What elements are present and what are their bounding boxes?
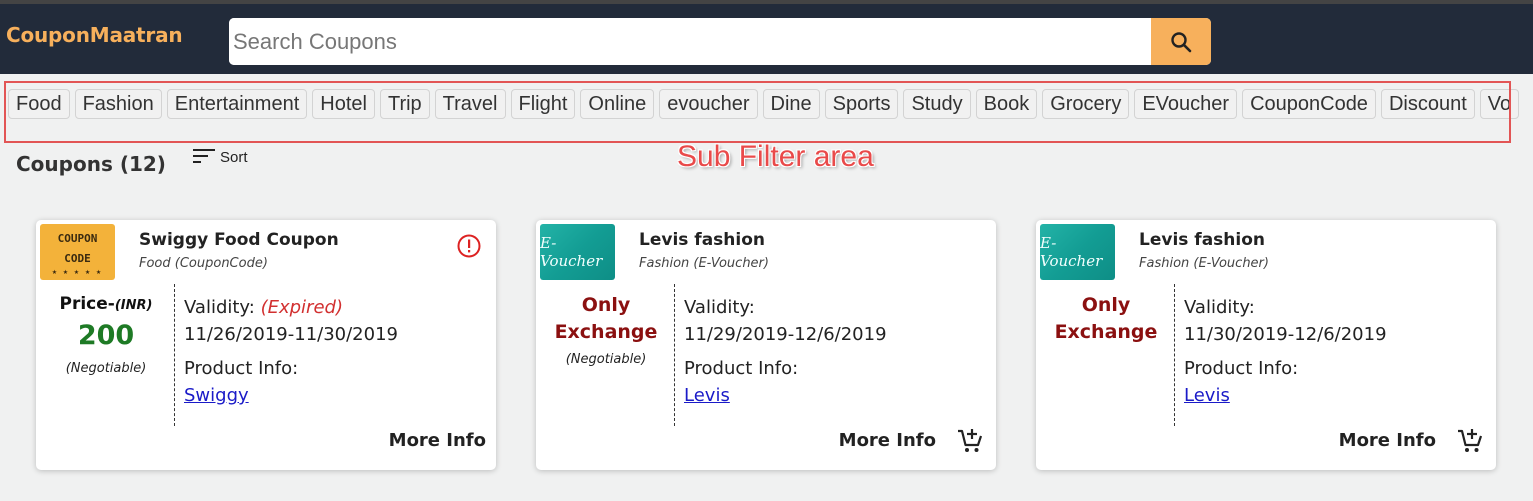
product-link[interactable]: Levis xyxy=(684,385,730,406)
negotiable-label: (Negotiable) xyxy=(565,352,647,367)
card-divider xyxy=(174,284,175,426)
coupon-title: Swiggy Food Coupon xyxy=(139,230,339,250)
product-link[interactable]: Levis xyxy=(1184,385,1230,406)
validity-label: Validity: xyxy=(1184,297,1255,318)
price-block: Only Exchange xyxy=(1036,284,1176,346)
search-input[interactable] xyxy=(229,18,1151,65)
e-voucher-image: E-Voucher xyxy=(540,224,615,280)
coupon-title: Levis fashion xyxy=(1139,230,1266,250)
price-value: 200 xyxy=(77,320,135,351)
coupon-details: Validity: (Expired) 11/26/2019-11/30/201… xyxy=(184,294,398,409)
price-block: Price-(INR) 200 (Negotiable) xyxy=(36,284,176,376)
only-exchange-label: Only Exchange xyxy=(1054,294,1158,343)
negotiable-label: (Negotiable) xyxy=(65,361,147,376)
card-divider xyxy=(674,284,675,426)
price-label: Price-(INR) xyxy=(59,294,153,314)
search-icon xyxy=(1171,31,1192,52)
validity-label: Validity: xyxy=(684,297,755,318)
add-to-cart-icon[interactable] xyxy=(956,427,984,460)
thumb-text: CODE xyxy=(64,251,91,265)
validity-dates: 11/30/2019-12/6/2019 xyxy=(1184,324,1387,345)
coupon-category: Food (CouponCode) xyxy=(139,256,268,271)
browser-edge xyxy=(0,0,1533,4)
only-exchange-label: Only Exchange xyxy=(554,294,658,343)
thumb-text: COUPON xyxy=(57,231,98,245)
product-info-label: Product Info: xyxy=(684,358,799,379)
product-info-label: Product Info: xyxy=(1184,358,1299,379)
thumb-stars: ★ ★ ★ ★ ★ xyxy=(51,269,104,276)
card-divider xyxy=(1174,284,1175,426)
coupon-card[interactable]: E-Voucher Levis fashion Fashion (E-Vouch… xyxy=(536,220,996,470)
more-info-button[interactable]: More Info xyxy=(389,430,486,451)
product-link[interactable]: Swiggy xyxy=(184,385,249,406)
product-info-label: Product Info: xyxy=(184,358,299,379)
sort-icon xyxy=(193,149,215,163)
coupon-title: Levis fashion xyxy=(639,230,766,250)
coupon-details: Validity: 11/29/2019-12/6/2019 Product I… xyxy=(684,294,887,409)
search-box xyxy=(229,18,1211,65)
search-button[interactable] xyxy=(1151,18,1211,65)
sort-label: Sort xyxy=(220,149,248,166)
add-to-cart-icon[interactable] xyxy=(1456,427,1484,460)
validity-row: Validity: (Expired) xyxy=(184,297,343,318)
price-block: Only Exchange (Negotiable) xyxy=(536,284,676,367)
sub-filter-annotation: Sub Filter area xyxy=(677,140,874,173)
thumb-text: E-Voucher xyxy=(1040,234,1103,270)
sort-button[interactable]: Sort xyxy=(192,146,248,166)
coupons-count-heading: Coupons (12) xyxy=(16,152,166,176)
coupon-card[interactable]: COUPON CODE ★ ★ ★ ★ ★ Swiggy Food Coupon… xyxy=(36,220,496,470)
coupon-category: Fashion (E-Voucher) xyxy=(639,256,769,271)
coupon-code-image: COUPON CODE ★ ★ ★ ★ ★ xyxy=(40,224,115,280)
coupon-category: Fashion (E-Voucher) xyxy=(1139,256,1269,271)
e-voucher-image: E-Voucher xyxy=(1040,224,1115,280)
coupon-card[interactable]: E-Voucher Levis fashion Fashion (E-Vouch… xyxy=(1036,220,1496,470)
thumb-text: E-Voucher xyxy=(540,234,603,270)
more-info-button[interactable]: More Info xyxy=(839,430,936,451)
top-header: CouponMaatran xyxy=(0,0,1533,74)
sub-filter-highlight xyxy=(4,81,1511,143)
expired-status: (Expired) xyxy=(260,297,343,318)
expired-alert-icon[interactable] xyxy=(456,233,482,264)
site-logo[interactable]: CouponMaatran xyxy=(6,23,183,47)
more-info-button[interactable]: More Info xyxy=(1339,430,1436,451)
coupon-details: Validity: 11/30/2019-12/6/2019 Product I… xyxy=(1184,294,1387,409)
validity-dates: 11/26/2019-11/30/2019 xyxy=(184,324,398,345)
validity-dates: 11/29/2019-12/6/2019 xyxy=(684,324,887,345)
